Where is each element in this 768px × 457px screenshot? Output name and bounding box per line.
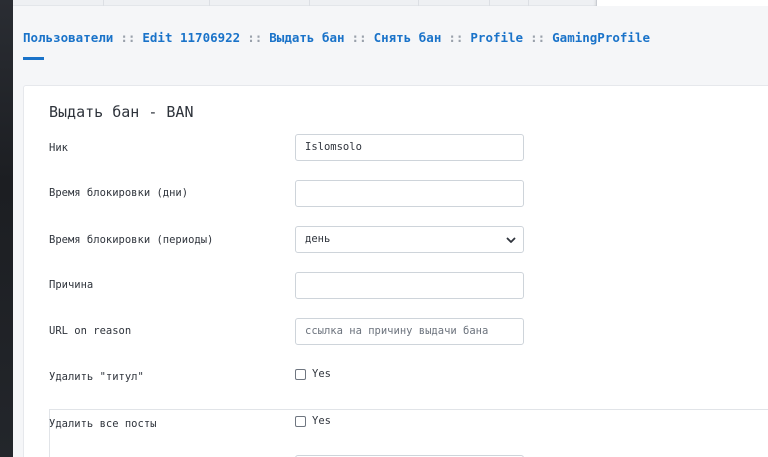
breadcrumb-unban[interactable]: Снять бан (374, 30, 442, 45)
breadcrumb-separator: :: (448, 30, 464, 45)
reason-label: Причина (49, 279, 94, 291)
breadcrumb-profile[interactable]: Profile (470, 30, 523, 45)
remove-title-checkbox[interactable] (295, 368, 306, 380)
remove-title-option: Yes (295, 368, 331, 380)
breadcrumb-separator: :: (247, 30, 263, 45)
period-select[interactable]: день (295, 226, 524, 253)
remove-posts-option: Yes (295, 415, 331, 427)
breadcrumb-separator: :: (351, 30, 367, 45)
remove-title-label: Удалить "титул" (49, 371, 144, 383)
remove-posts-yes: Yes (312, 415, 331, 427)
breadcrumb-users[interactable]: Пользователи (23, 30, 113, 45)
breadcrumb: Пользователи :: Edit 11706922 :: Выдать … (23, 30, 650, 45)
remove-posts-label: Удалить все посты (49, 418, 157, 430)
breadcrumb-separator: :: (530, 30, 546, 45)
days-input[interactable] (295, 180, 524, 207)
chevron-down-icon (506, 237, 516, 243)
posts-section (49, 409, 768, 457)
form-title: Выдать бан - BAN (49, 103, 194, 121)
reason-input[interactable] (295, 272, 524, 299)
breadcrumb-separator: :: (120, 30, 136, 45)
active-tab-indicator (23, 57, 44, 60)
nick-label: Ник (49, 142, 68, 154)
breadcrumb-nav: Пользователи :: Edit 11706922 :: Выдать … (13, 6, 768, 60)
breadcrumb-ban[interactable]: Выдать бан (269, 30, 344, 45)
nick-input[interactable]: Islomsolo (295, 134, 524, 161)
period-label: Время блокировки (периоды) (49, 234, 214, 246)
period-select-value: день (305, 233, 331, 245)
url-label: URL on reason (49, 325, 132, 337)
url-input[interactable]: ссылка на причину выдачи бана (295, 318, 524, 345)
remove-title-yes: Yes (312, 368, 331, 380)
ban-form-card: Выдать бан - BAN Ник Islomsolo Время бло… (23, 85, 768, 457)
desktop-background (0, 0, 13, 457)
remove-posts-checkbox[interactable] (295, 415, 306, 427)
breadcrumb-gaming-profile[interactable]: GamingProfile (552, 30, 650, 45)
days-label: Время блокировки (дни) (49, 187, 189, 199)
breadcrumb-edit[interactable]: Edit 11706922 (142, 30, 240, 45)
